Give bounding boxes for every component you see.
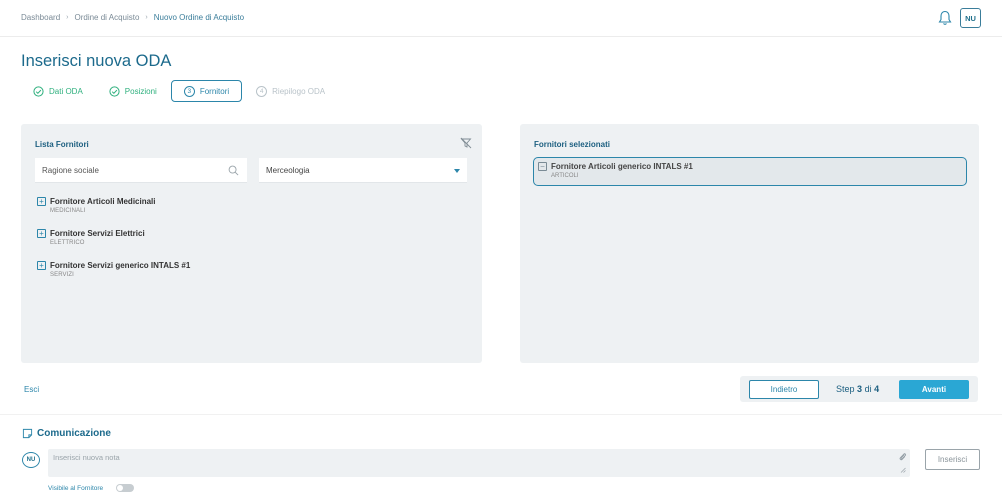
supplier-list: + Fornitore Articoli Medicinali MEDICINA…: [37, 197, 190, 293]
supplier-name: Fornitore Articoli generico INTALS #1: [551, 162, 693, 171]
exit-link[interactable]: Esci: [24, 385, 39, 394]
check-circle-icon: [33, 85, 44, 97]
category-select-value: Merceologia: [266, 166, 310, 175]
supplier-list-panel: Lista Fornitori Merceologia + Fornitore …: [21, 124, 482, 363]
note-field: [48, 449, 910, 477]
step-posizioni[interactable]: Posizioni: [109, 85, 157, 97]
step-sep: di: [864, 384, 872, 394]
step-riepilogo-oda: 4 Riepilogo ODA: [256, 85, 326, 97]
breadcrumb-current: Nuovo Ordine di Acquisto: [153, 13, 245, 22]
note-input[interactable]: [48, 449, 910, 477]
step-counter: Step 3 di 4: [836, 384, 879, 394]
search-input[interactable]: [35, 158, 215, 183]
note-icon: [22, 428, 33, 439]
step-fornitori[interactable]: 3 Fornitori: [170, 80, 243, 102]
next-button[interactable]: Avanti: [899, 380, 969, 399]
paperclip-icon[interactable]: [898, 452, 907, 462]
supplier-category: MEDICINALI: [50, 208, 86, 214]
clear-filter-icon[interactable]: [460, 137, 472, 149]
supplier-name: Fornitore Articoli Medicinali: [50, 197, 156, 206]
selected-suppliers-title: Fornitori selezionati: [534, 140, 611, 149]
add-icon[interactable]: +: [37, 261, 46, 270]
step-label: Dati ODA: [49, 86, 83, 96]
top-bar: Dashboard › Ordine di Acquisto › Nuovo O…: [0, 0, 1002, 37]
supplier-category: ARTICOLI: [551, 173, 579, 179]
search-icon[interactable]: [228, 165, 239, 176]
category-select[interactable]: Merceologia: [259, 158, 467, 183]
step-total: 4: [874, 384, 880, 394]
add-icon[interactable]: +: [37, 197, 46, 206]
step-dati-oda[interactable]: Dati ODA: [33, 85, 83, 97]
check-circle-icon: [109, 85, 120, 97]
resize-handle-icon[interactable]: [900, 467, 906, 473]
bell-icon[interactable]: [938, 10, 952, 26]
list-item: + Fornitore Articoli Medicinali MEDICINA…: [37, 197, 190, 229]
supplier-name: Fornitore Servizi Elettrici: [50, 229, 145, 238]
selected-suppliers-panel: Fornitori selezionati − Fornitore Artico…: [520, 124, 979, 363]
page-title: Inserisci nuova ODA: [21, 52, 172, 70]
breadcrumb-dashboard[interactable]: Dashboard: [21, 13, 60, 22]
supplier-category: SERVIZI: [50, 272, 74, 278]
divider: [0, 414, 1002, 415]
step-number: 4: [256, 85, 268, 97]
list-item: + Fornitore Servizi generico INTALS #1 S…: [37, 261, 190, 293]
user-avatar[interactable]: NU: [960, 8, 981, 28]
supplier-name: Fornitore Servizi generico INTALS #1: [50, 261, 191, 270]
step-current: 3: [857, 384, 863, 394]
step-prefix: Step: [836, 384, 855, 394]
chevron-right-icon: ›: [145, 14, 148, 21]
search-field: [35, 158, 247, 183]
back-button[interactable]: Indietro: [749, 380, 819, 399]
communication-title: Comunicazione: [22, 428, 111, 439]
communication-title-text: Comunicazione: [37, 428, 111, 439]
step-number: 3: [183, 85, 195, 97]
selected-supplier-item[interactable]: − Fornitore Articoli generico INTALS #1 …: [533, 157, 967, 186]
caret-down-icon: [454, 169, 460, 173]
insert-note-button[interactable]: Inserisci: [925, 449, 980, 470]
visible-to-supplier-toggle[interactable]: [116, 484, 134, 492]
breadcrumb: Dashboard › Ordine di Acquisto › Nuovo O…: [21, 13, 244, 22]
chevron-right-icon: ›: [66, 14, 69, 21]
list-item: + Fornitore Servizi Elettrici ELETTRICO: [37, 229, 190, 261]
step-label: Posizioni: [124, 86, 157, 96]
wizard-navigation: Indietro Step 3 di 4 Avanti: [740, 376, 978, 402]
add-icon[interactable]: +: [37, 229, 46, 238]
supplier-list-title: Lista Fornitori: [35, 140, 89, 149]
toggle-knob: [117, 485, 123, 491]
step-label: Riepilogo ODA: [272, 86, 326, 96]
remove-icon[interactable]: −: [538, 162, 547, 171]
supplier-category: ELETTRICO: [50, 240, 85, 246]
breadcrumb-ordine-acquisto[interactable]: Ordine di Acquisto: [74, 13, 139, 22]
stepper: Dati ODA Posizioni 3 Fornitori 4 Riepilo…: [33, 80, 351, 102]
visible-to-supplier-label: Visibile al Fornitore: [48, 485, 104, 492]
note-author-avatar: NU: [22, 452, 40, 468]
step-label: Fornitori: [199, 86, 230, 96]
